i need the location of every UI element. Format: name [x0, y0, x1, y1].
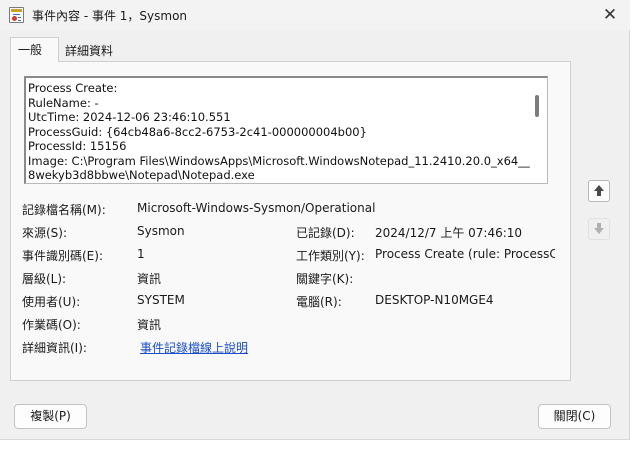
close-icon[interactable]: ✕: [596, 3, 624, 27]
description-line: Image: C:\Program Files\WindowsApps\Micr…: [28, 153, 530, 168]
source-label: 來源(S):: [22, 226, 68, 240]
log-name-value: Microsoft-Windows-Sysmon/Operational: [137, 201, 376, 215]
level-value: 資訊: [137, 272, 162, 286]
computer-label: 電腦(R):: [296, 295, 342, 309]
previous-event-button[interactable]: [588, 180, 610, 202]
tab-details[interactable]: 詳細資料: [59, 40, 123, 61]
title-bar: 事件內容 - 事件 1，Sysmon ✕: [0, 0, 630, 30]
arrow-up-icon: [594, 185, 604, 197]
event-description-box[interactable]: Process Create: RuleName: - UtcTime: 202…: [24, 76, 548, 184]
description-scrollbar-thumb[interactable]: [535, 95, 539, 117]
user-label: 使用者(U):: [22, 295, 81, 309]
description-line: ProcessId: 15156: [28, 139, 127, 153]
event-properties-dialog: 事件內容 - 事件 1，Sysmon ✕ 一般 詳細資料 Process Cre…: [0, 0, 630, 440]
logged-label: 已記錄(D):: [296, 226, 355, 240]
more-info-label: 詳細資訊(I):: [22, 341, 87, 355]
window-title: 事件內容 - 事件 1，Sysmon: [32, 9, 188, 23]
description-line: RuleName: -: [28, 95, 99, 110]
description-line: Process Create:: [28, 81, 118, 95]
event-description-text: Process Create: RuleName: - UtcTime: 202…: [28, 81, 530, 183]
close-button[interactable]: 關閉(C): [538, 404, 611, 429]
computer-value: DESKTOP-N10MGE4: [375, 293, 494, 307]
level-label: 層級(L):: [22, 272, 67, 286]
opcode-value: 資訊: [137, 318, 162, 332]
opcode-label: 作業碼(O):: [22, 318, 81, 332]
event-log-icon: [9, 7, 24, 23]
online-help-link[interactable]: 事件記錄檔線上說明: [140, 339, 248, 356]
event-id-label: 事件識別碼(E):: [22, 249, 103, 263]
task-category-label: 工作類別(Y):: [296, 249, 365, 263]
user-value: SYSTEM: [137, 293, 185, 307]
description-line: 8wekyb3d8bbwe\Notepad\Notepad.exe: [28, 168, 255, 182]
next-event-button[interactable]: [588, 218, 610, 240]
arrow-down-icon: [594, 223, 604, 235]
logged-value: 2024/12/7 上午 07:46:10: [375, 226, 523, 240]
log-name-label: 記錄檔名稱(M):: [22, 203, 106, 217]
event-id-value: 1: [137, 247, 145, 261]
task-category-value: Process Create (rule: ProcessCreat: [375, 247, 555, 261]
description-line: ProcessGuid: {64cb48a6-8cc2-6753-2c41-00…: [28, 124, 367, 139]
description-line: UtcTime: 2024-12-06 23:46:10.551: [28, 110, 231, 124]
copy-button[interactable]: 複製(P): [14, 404, 87, 429]
tab-general[interactable]: 一般: [10, 37, 59, 62]
source-value: Sysmon: [137, 224, 185, 238]
keywords-label: 關鍵字(K):: [296, 272, 354, 286]
